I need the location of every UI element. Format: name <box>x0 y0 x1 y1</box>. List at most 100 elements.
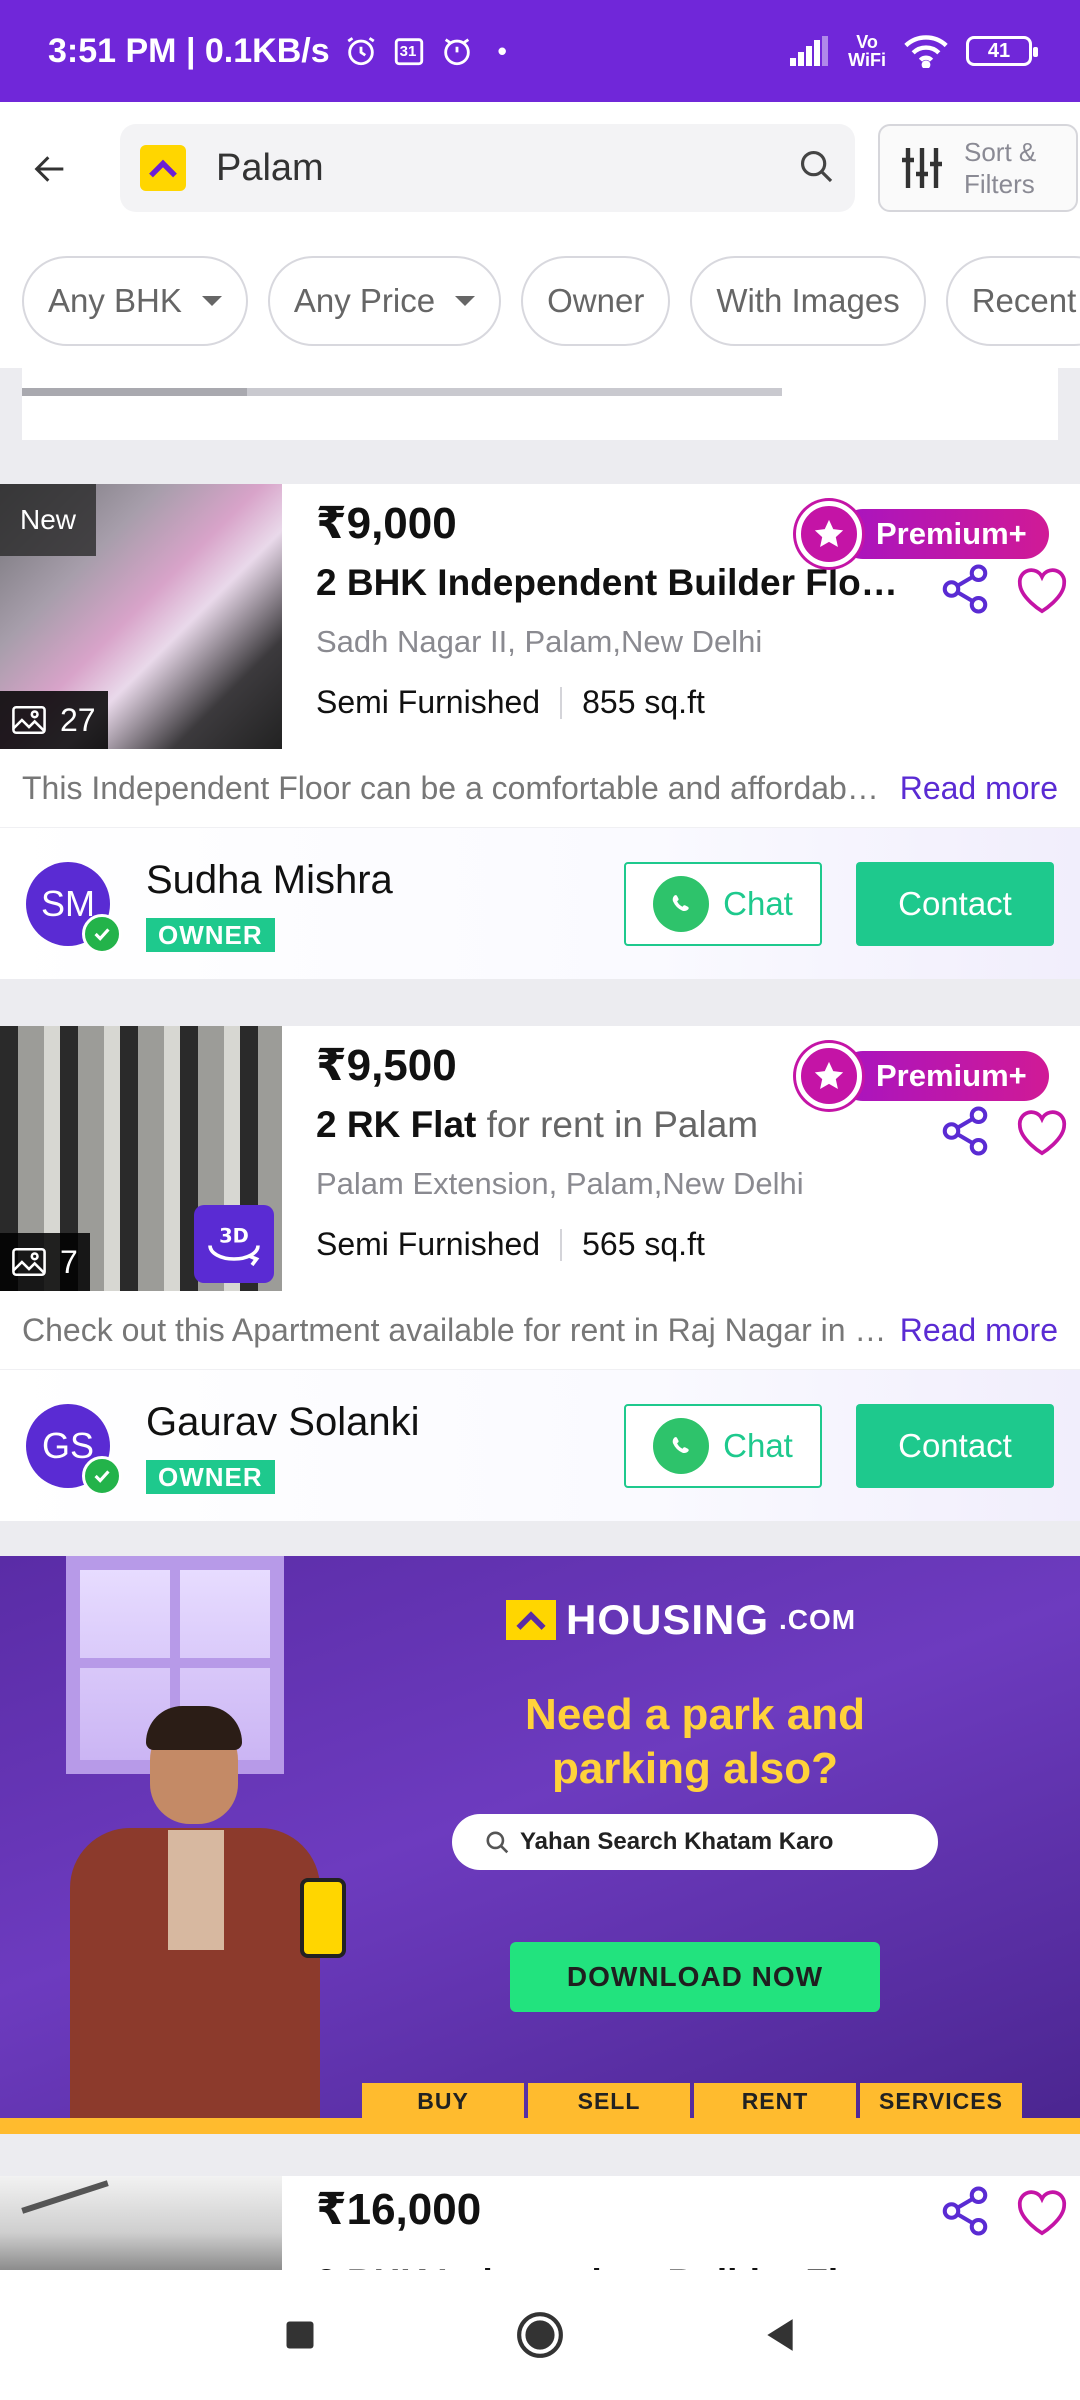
heart-icon <box>1017 2190 1067 2236</box>
listing-price: ₹9,500 <box>316 1041 457 1090</box>
wifi-icon <box>904 34 948 68</box>
listing-meta: Semi Furnished 855 sq.ft <box>316 684 705 721</box>
share-button[interactable] <box>938 2184 992 2238</box>
premium-plus-badge: Premium+ <box>796 501 1049 567</box>
owner-role-badge: OWNER <box>146 918 275 952</box>
chip-any-price[interactable]: Any Price <box>267 256 502 346</box>
favorite-button[interactable] <box>1014 1104 1070 1158</box>
listing-locality: Sadh Nagar II, Palam,New Delhi <box>316 624 763 659</box>
housing-logo-icon <box>506 1600 556 1640</box>
listing-photo[interactable]: New 27 <box>0 484 282 749</box>
listing-title[interactable]: 2 BHK Independent Builder Flo… <box>316 562 916 604</box>
listing-locality: Palam Extension, Palam,New Delhi <box>316 1166 804 1201</box>
image-count-value: 7 <box>60 1243 78 1280</box>
whatsapp-icon <box>653 876 710 932</box>
ad-person-hair <box>146 1706 242 1750</box>
ad-headline-line1: Need a park and <box>525 1690 865 1739</box>
ad-brand-suffix: .COM <box>779 1604 857 1635</box>
search-input[interactable]: Palam <box>120 124 855 212</box>
favorite-button[interactable] <box>1014 562 1070 616</box>
share-icon <box>942 2186 988 2236</box>
furnishing: Semi Furnished <box>316 684 541 720</box>
area: 855 sq.ft <box>582 684 705 720</box>
ad-search-bar: Yahan Search Khatam Karo <box>452 1814 938 1870</box>
listing-card[interactable]: 7 3D ₹9,500 Premium+ 2 RK Flat for rent … <box>0 1026 1080 1521</box>
owner-row: SM Sudha Mishra OWNER Chat Contact <box>0 827 1080 979</box>
listing-card[interactable]: ₹16,000 2 BHK Independent Builder Flo… <box>0 2176 1080 2270</box>
owner-name: Gaurav Solanki <box>146 1400 420 1444</box>
ad-download-button[interactable]: DOWNLOAD NOW <box>510 1942 880 2012</box>
filter-chips: Any BHK Any Price Owner With Images Rece… <box>0 236 1080 368</box>
listing-photo[interactable]: 7 3D <box>0 1026 282 1291</box>
vowifi-label: Vo WiFi <box>848 33 886 69</box>
star-icon <box>796 1043 862 1109</box>
listing-title-bold: 2 RK Flat <box>316 1104 477 1145</box>
ad-tab-sell: SELL <box>528 2083 690 2119</box>
chip-recent[interactable]: Recent l <box>945 256 1080 346</box>
share-button[interactable] <box>938 1104 992 1158</box>
ad-tab-services: SERVICES <box>860 2083 1022 2119</box>
housing-ad-banner[interactable]: HOUSING .COM Need a park and parking also… <box>0 1556 1080 2134</box>
listing-photo[interactable] <box>0 2176 282 2270</box>
calendar-day: 31 <box>399 43 417 60</box>
contact-button[interactable]: Contact <box>856 1404 1054 1488</box>
ad-tab-rent: RENT <box>694 2083 856 2119</box>
alarm-clock-icon <box>440 34 474 68</box>
chat-label: Chat <box>723 885 793 922</box>
chip-label: Owner <box>547 282 645 319</box>
ad-tabs: BUY SELL RENT SERVICES <box>362 2083 1022 2119</box>
ad-search-text: Yahan Search Khatam Karo <box>520 1828 834 1855</box>
recents-button[interactable] <box>260 2295 340 2375</box>
sliders-icon <box>902 148 942 188</box>
search-icon <box>486 1831 509 1854</box>
owner-role-badge: OWNER <box>146 1460 275 1494</box>
calendar-icon: 31 <box>392 34 426 68</box>
contact-button[interactable]: Contact <box>856 862 1054 946</box>
caret-down-icon <box>201 296 222 306</box>
chip-with-images[interactable]: With Images <box>690 256 926 346</box>
back-button[interactable] <box>2 121 98 217</box>
chip-any-bhk[interactable]: Any BHK <box>22 256 248 346</box>
share-icon <box>942 1106 988 1156</box>
search-header: Palam Sort & Filters <box>0 102 1080 236</box>
ad-headline: Need a park and parking also? <box>430 1688 960 1796</box>
arrow-left-icon <box>34 156 64 182</box>
share-button[interactable] <box>938 562 992 616</box>
premium-plus-badge: Premium+ <box>796 1043 1049 1109</box>
status-time-speed: 3:51 PM | 0.1KB/s <box>48 31 330 70</box>
share-icon <box>942 564 988 614</box>
new-badge: New <box>0 484 96 556</box>
search-icon[interactable] <box>797 147 835 190</box>
3d-tour-badge[interactable]: 3D <box>194 1205 274 1283</box>
3d-tour-icon: 3D <box>208 1225 260 1267</box>
chat-label: Chat <box>723 1427 793 1464</box>
chat-button[interactable]: Chat <box>624 862 822 946</box>
listing-title[interactable]: 2 RK Flat for rent in Palam <box>316 1104 916 1146</box>
favorite-button[interactable] <box>1014 2184 1070 2238</box>
chip-label: Recent l <box>971 282 1080 319</box>
owner-row: GS Gaurav Solanki OWNER Chat Contact <box>0 1369 1080 1521</box>
listing-price: ₹16,000 <box>316 2185 482 2234</box>
circle-icon <box>517 2312 563 2358</box>
chip-label: Any Price <box>293 282 436 319</box>
listing-title[interactable]: 2 BHK Independent Builder Flo… <box>316 2262 916 2270</box>
square-icon <box>286 2321 314 2349</box>
listing-meta: Semi Furnished 565 sq.ft <box>316 1226 705 1263</box>
sort-filters-button[interactable]: Sort & Filters <box>878 124 1078 212</box>
read-more-link[interactable]: Read more <box>900 1312 1058 1349</box>
listing-card[interactable]: New 27 ₹9,000 Premium+ 2 BHK Independent… <box>0 484 1080 979</box>
chat-button[interactable]: Chat <box>624 1404 822 1488</box>
home-button[interactable] <box>500 2295 580 2375</box>
battery-level: 41 <box>987 39 1011 62</box>
meta-divider <box>560 686 563 719</box>
housing-logo-icon <box>140 145 186 191</box>
carousel-progress-fill <box>22 388 247 396</box>
premium-label: Premium+ <box>838 1051 1049 1101</box>
verified-check-icon <box>82 1456 122 1496</box>
ad-brand: HOUSING .COM <box>506 1596 856 1644</box>
previous-card-fragment <box>0 368 1080 448</box>
chip-owner[interactable]: Owner <box>521 256 671 346</box>
back-nav-button[interactable] <box>740 2295 820 2375</box>
read-more-link[interactable]: Read more <box>900 770 1058 807</box>
ad-person-shirt <box>168 1830 224 1950</box>
